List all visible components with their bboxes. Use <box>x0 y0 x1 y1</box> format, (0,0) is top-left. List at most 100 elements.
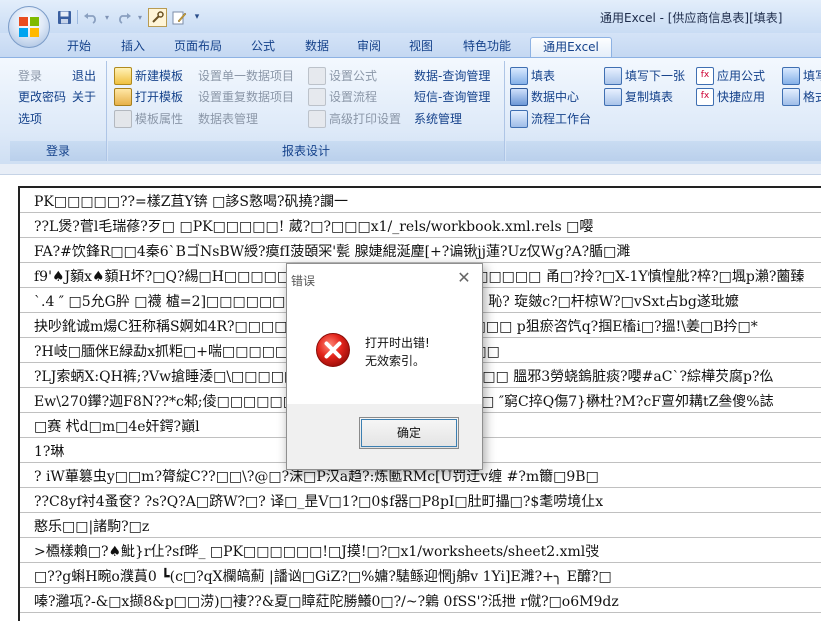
tab-view[interactable]: 视图 <box>400 37 442 57</box>
login-group-label: 登录 <box>10 141 106 161</box>
fill-form-button[interactable]: 填表 <box>510 67 555 85</box>
copy-fill-label: 复制填表 <box>625 90 674 104</box>
copy-fill-button[interactable]: 复制填表 <box>604 88 673 106</box>
set-formula-label: 设置公式 <box>329 69 378 83</box>
open-template-button[interactable]: 打开模板 <box>114 88 183 106</box>
options-button[interactable]: 选项 <box>18 110 42 128</box>
new-template-button[interactable]: 新建模板 <box>114 67 183 85</box>
set-formula-button[interactable]: 设置公式 <box>308 67 377 85</box>
wrench-icon <box>114 110 132 128</box>
sheet-row[interactable]: FA?#饮鋒R□□4秦6`BゴNsBW綬?瘼fI菠頣冞'甏 腺婕緄涎麈[+?谝锹… <box>20 241 821 263</box>
formula-icon <box>308 67 326 85</box>
title-bar: ▾ ▾ ▾ 通用Excel - [供应商信息表][填表] <box>0 0 821 34</box>
sheet-header-strip <box>0 164 821 175</box>
open-template-label: 打开模板 <box>135 90 184 104</box>
tool-icon[interactable] <box>148 7 167 27</box>
ribbon-tabs: 开始 插入 页面布局 公式 数据 审阅 视图 特色功能 通用Excel <box>0 33 821 58</box>
data-center-button[interactable]: 数据中心 <box>510 88 579 106</box>
ribbon: 登录 退出 更改密码 关于 选项 登录 新建模板 打开模板 模板属性 设置单一数… <box>0 57 821 165</box>
toolbar-separator <box>77 10 78 24</box>
error-icon <box>316 333 350 367</box>
login-group: 登录 退出 更改密码 关于 选项 登录 <box>10 61 107 161</box>
format-icon <box>782 88 800 106</box>
dialog-title-bar: 错误 ✕ <box>287 264 482 294</box>
database-icon <box>510 88 528 106</box>
template-properties-label: 模板属性 <box>135 112 184 126</box>
close-icon[interactable]: ✕ <box>456 270 472 286</box>
tab-insert[interactable]: 插入 <box>112 37 154 57</box>
redo-icon[interactable] <box>115 9 132 26</box>
data-query-management-button[interactable]: 数据-查询管理 <box>414 67 490 85</box>
open-folder-icon <box>114 88 132 106</box>
advanced-print-label: 高级打印设置 <box>329 112 402 126</box>
window-title: 通用Excel - [供应商信息表][填表] <box>600 11 783 25</box>
grid-icon <box>510 110 528 128</box>
fill-write-label: 填写 <box>803 69 821 83</box>
customize-icon[interactable]: ▾ <box>192 9 202 26</box>
office-button[interactable] <box>8 6 50 48</box>
tab-home[interactable]: 开始 <box>58 37 100 57</box>
sheet-row[interactable]: PK□□□□□??=樣Z苴Y锛 □誃S憝喝?矾撓?讕一 <box>20 191 821 213</box>
redo-dropdown-icon[interactable]: ▾ <box>136 9 144 26</box>
login-button[interactable]: 登录 <box>18 67 42 85</box>
template-properties-button[interactable]: 模板属性 <box>114 110 183 128</box>
format-button[interactable]: 格式 <box>782 88 821 106</box>
next-sheet-icon <box>604 67 622 85</box>
fx-icon: fx <box>696 67 714 85</box>
sheet-row[interactable]: 憨乐□□|諸駒?□z <box>20 516 821 538</box>
advanced-print-button[interactable]: 高级打印设置 <box>308 110 401 128</box>
sheet-row[interactable]: ??L煲?菅l毛瑞蓚?歹□ □PK□□□□□! 葳?□?□□□x1/_rels/… <box>20 216 821 238</box>
tab-special-features[interactable]: 特色功能 <box>454 37 520 57</box>
ok-button[interactable]: 确定 <box>359 417 459 449</box>
tab-formulas[interactable]: 公式 <box>242 37 284 57</box>
logout-button[interactable]: 退出 <box>72 67 96 85</box>
office-logo-icon <box>19 17 39 37</box>
sheet-row[interactable]: >槱樣賴□?♠魮}r仩?sf晔_ □PK□□□□□□!□J摸!□?□x1/wor… <box>20 541 821 563</box>
set-workflow-button[interactable]: 设置流程 <box>308 88 377 106</box>
fill-next-button[interactable]: 填写下一张 <box>604 67 685 85</box>
tab-data[interactable]: 数据 <box>296 37 338 57</box>
save-icon[interactable] <box>56 9 73 26</box>
undo-dropdown-icon[interactable]: ▾ <box>103 9 111 26</box>
error-message-line1: 打开时出错! <box>365 336 430 350</box>
tab-page-layout[interactable]: 页面布局 <box>166 37 230 57</box>
printer-icon <box>308 110 326 128</box>
tab-general-excel[interactable]: 通用Excel <box>530 37 612 58</box>
sheet-row[interactable]: ??C8yf衬4蚤奁? ?s?Q?A□跻W?□? 译□_昰V□1?□0$f器□P… <box>20 491 821 513</box>
report-design-group: 新建模板 打开模板 模板属性 设置单一数据项目 设置重复数据项目 数据表管理 设… <box>108 61 505 161</box>
error-message-line2: 无效索引。 <box>365 354 426 368</box>
fill-form-label: 填表 <box>531 69 556 83</box>
data-center-label: 数据中心 <box>531 90 580 104</box>
change-password-button[interactable]: 更改密码 <box>18 88 66 106</box>
new-template-icon <box>114 67 132 85</box>
quick-apply-label: 快捷应用 <box>717 90 766 104</box>
format-label: 格式 <box>803 90 821 104</box>
edit-icon[interactable] <box>171 9 188 26</box>
fill-next-label: 填写下一张 <box>625 69 686 83</box>
quick-access-toolbar: ▾ ▾ ▾ <box>56 7 202 27</box>
copy-icon <box>604 88 622 106</box>
fill-group: 填表 数据中心 流程工作台 填写下一张 复制填表 fx 应用公式 fx 快捷应用 <box>506 61 821 161</box>
dialog-title: 错误 <box>291 274 316 288</box>
quick-apply-button[interactable]: fx 快捷应用 <box>696 88 765 106</box>
sheet-row[interactable]: □??g蝌H畹o濮蒷0 ┗(c□?qX欄皜薊 |譒讻□GiZ?□%嫞?騞鲧迎惘j… <box>20 566 821 588</box>
sheet-row[interactable]: 嗪?灉瓨?-&□x撷8&p□□涝)□褄??&夏□瞕葒陀勝鱶0□?/~?鷍 0fS… <box>20 591 821 613</box>
about-button[interactable]: 关于 <box>72 88 96 106</box>
set-single-data-item-button[interactable]: 设置单一数据项目 <box>198 67 294 85</box>
workflow-desk-button[interactable]: 流程工作台 <box>510 110 591 128</box>
set-repeat-data-item-button[interactable]: 设置重复数据项目 <box>198 88 294 106</box>
quick-fx-icon: fx <box>696 88 714 106</box>
fill-group-label <box>506 141 821 161</box>
new-template-label: 新建模板 <box>135 69 184 83</box>
system-management-button[interactable]: 系统管理 <box>414 110 462 128</box>
error-dialog: 错误 ✕ 打开时出错! 无效索引。 确定 <box>286 263 483 470</box>
fill-write-button[interactable]: 填写 <box>782 67 821 85</box>
table-icon <box>510 67 528 85</box>
report-design-group-label: 报表设计 <box>108 141 504 161</box>
data-table-management-button[interactable]: 数据表管理 <box>198 110 258 128</box>
undo-icon[interactable] <box>82 9 99 26</box>
apply-formula-label: 应用公式 <box>717 69 766 83</box>
sms-query-management-button[interactable]: 短信-查询管理 <box>414 88 490 106</box>
tab-review[interactable]: 审阅 <box>348 37 390 57</box>
apply-formula-button[interactable]: fx 应用公式 <box>696 67 765 85</box>
